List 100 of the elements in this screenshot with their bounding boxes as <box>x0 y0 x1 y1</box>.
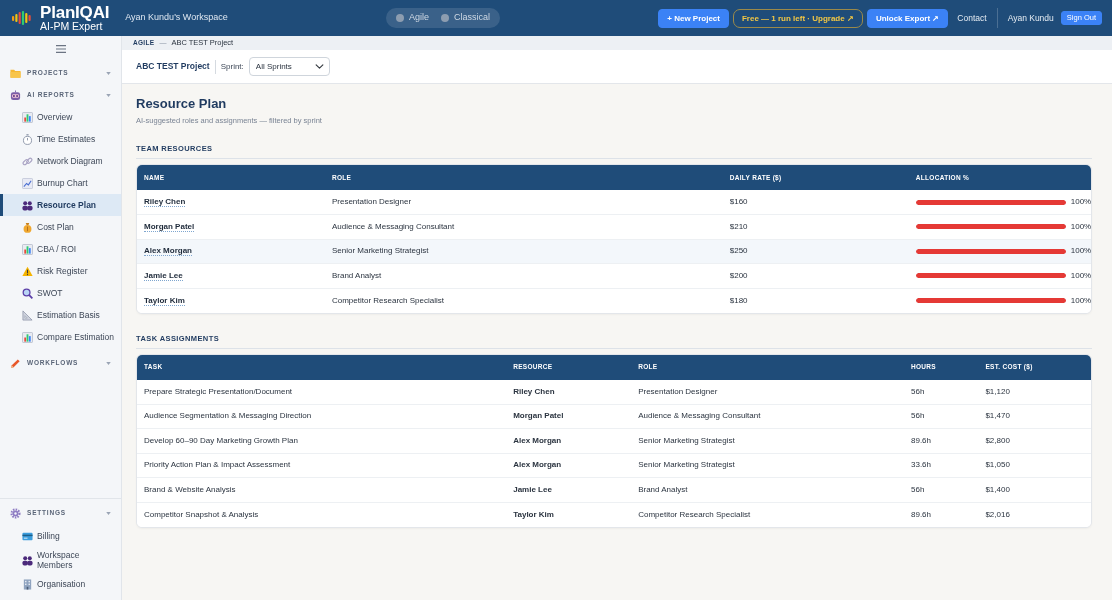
table-cell: Prepare Strategic Presentation/Document <box>137 379 507 404</box>
people-icon <box>22 554 33 566</box>
table-cell: 56h <box>904 379 979 404</box>
table-cell: 56h <box>904 477 979 502</box>
upgrade-button[interactable]: Free — 1 run left · Upgrade ↗ <box>733 8 863 28</box>
project-name: ABC TEST Project <box>136 60 210 73</box>
warning-icon <box>22 265 33 277</box>
mode-option[interactable]: Agile <box>396 11 429 25</box>
table-cell: Senior Marketing Strategist <box>631 428 904 453</box>
settings-icon <box>10 507 21 519</box>
app-tagline: AI-PM Expert <box>40 21 103 32</box>
table-cell: 89.6h <box>904 428 979 453</box>
sidebar-item[interactable]: SWOT <box>0 282 121 304</box>
sidebar-item[interactable]: Organisation <box>0 572 121 596</box>
caret-icon <box>106 71 111 75</box>
logo-icon <box>12 11 32 25</box>
table-cell: 56h <box>904 404 979 429</box>
menu-icon <box>55 45 66 53</box>
sidebar-item[interactable]: Risk Register <box>0 260 121 282</box>
sidebar-item[interactable]: Estimation Basis <box>0 304 121 326</box>
sidebar-item[interactable]: Overview <box>0 106 121 128</box>
table-cell: Senior Marketing Strategist <box>324 239 723 264</box>
stopwatch-icon <box>22 133 33 145</box>
table-cell: $1,400 <box>978 477 1091 502</box>
table-cell: Brand & Website Analysis <box>137 477 507 502</box>
line-chart-icon <box>22 177 33 189</box>
table-cell: Audience Segmentation & Messaging Direction <box>137 404 507 429</box>
table-cell: Senior Marketing Strategist <box>631 453 904 478</box>
resource-name: Jamie Lee <box>144 270 183 281</box>
robot-icon <box>10 89 21 101</box>
credit-card-icon <box>22 530 33 542</box>
table-cell: Taylor Kim <box>506 502 632 527</box>
table-cell: 89.6h <box>904 502 979 527</box>
table-cell: Presentation Designer <box>631 379 904 404</box>
allocation-percent: 100% <box>1070 245 1091 258</box>
table-cell: Riley Chen <box>506 379 632 404</box>
table-cell: $210 <box>722 214 909 239</box>
table-cell: Brand Analyst <box>324 263 723 288</box>
allocation-percent: 100% <box>1070 294 1091 307</box>
pencil-icon <box>10 357 21 369</box>
resource-name: Morgan Patel <box>144 221 195 232</box>
sidebar-item[interactable]: Burnup Chart <box>0 172 121 194</box>
table-cell: $1,050 <box>978 453 1091 478</box>
table-cell: $2,800 <box>978 428 1091 453</box>
caret-icon <box>106 511 111 515</box>
page-title: Resource Plan <box>136 96 228 112</box>
table-cell: Brand Analyst <box>631 477 904 502</box>
table-cell: Competitor Research Specialist <box>631 502 904 527</box>
caret-icon <box>106 93 111 97</box>
sidebar-item[interactable]: Cost Plan <box>0 216 121 238</box>
bar-chart-icon <box>22 331 33 343</box>
sidebar-item[interactable]: Billing <box>0 524 121 548</box>
table-cell: Audience & Messaging Consultant <box>631 404 904 429</box>
table-cell: Alex Morgan <box>506 428 632 453</box>
table-cell: $2,016 <box>978 502 1091 527</box>
sidebar-item[interactable]: Workspace Members <box>0 548 121 572</box>
building-icon <box>22 578 33 590</box>
table-cell: $180 <box>722 288 909 313</box>
table-cell: $250 <box>722 239 909 264</box>
table-cell: $1,470 <box>978 404 1091 429</box>
resource-name: Alex Morgan <box>144 246 192 257</box>
sidebar-item[interactable]: CBA / ROI <box>0 238 121 260</box>
people-icon <box>22 199 33 211</box>
bar-chart-icon <box>22 111 33 123</box>
sidebar-item[interactable]: Network Diagram <box>0 150 121 172</box>
table-cell: Alex Morgan <box>506 453 632 478</box>
money-bag-icon <box>22 221 33 233</box>
bar-chart-icon <box>22 243 33 255</box>
sprint-select[interactable]: All Sprints <box>248 57 330 76</box>
link-icon <box>22 155 33 167</box>
resource-name: Taylor Kim <box>144 295 185 306</box>
allocation-percent: 100% <box>1070 220 1091 233</box>
sidebar-item[interactable]: Compare Estimation <box>0 326 121 348</box>
contact-link[interactable]: Contact <box>957 11 987 25</box>
workspace-name: Ayan Kundu's Workspace <box>125 11 228 25</box>
table-cell: $160 <box>722 190 909 215</box>
resource-name: Riley Chen <box>144 197 186 207</box>
table-cell: Jamie Lee <box>506 477 632 502</box>
sidebar-item[interactable]: Resource Plan <box>0 194 121 216</box>
allocation-percent: 100% <box>1070 196 1091 208</box>
new-project-button[interactable]: + New Project <box>658 8 729 28</box>
table-cell: Morgan Patel <box>506 404 632 429</box>
table-cell: Develop 60–90 Day Marketing Growth Plan <box>137 428 507 453</box>
sidebar-item[interactable]: Time Estimates <box>0 128 121 150</box>
user-name: Ayan Kundu <box>1007 11 1054 25</box>
table-cell: Competitor Research Specialist <box>324 288 723 313</box>
magnifier-icon <box>22 287 33 299</box>
folder-icon <box>10 67 21 79</box>
sprint-label: Sprint: <box>220 60 244 73</box>
caret-icon <box>106 361 111 365</box>
table-cell: $1,120 <box>978 379 1091 404</box>
unlock-export-button[interactable]: Unlock Export ↗ <box>866 8 949 28</box>
table-cell: Competitor Snapshot & Analysis <box>137 502 507 527</box>
table-cell: $200 <box>722 263 909 288</box>
allocation-percent: 100% <box>1070 269 1091 282</box>
mode-option[interactable]: Classical <box>441 11 490 25</box>
app-name: PlanIQAI <box>40 4 110 21</box>
table-cell: Priority Action Plan & Impact Assessment <box>137 453 507 478</box>
table-cell: Presentation Designer <box>324 190 723 215</box>
table-cell: Audience & Messaging Consultant <box>324 214 723 239</box>
